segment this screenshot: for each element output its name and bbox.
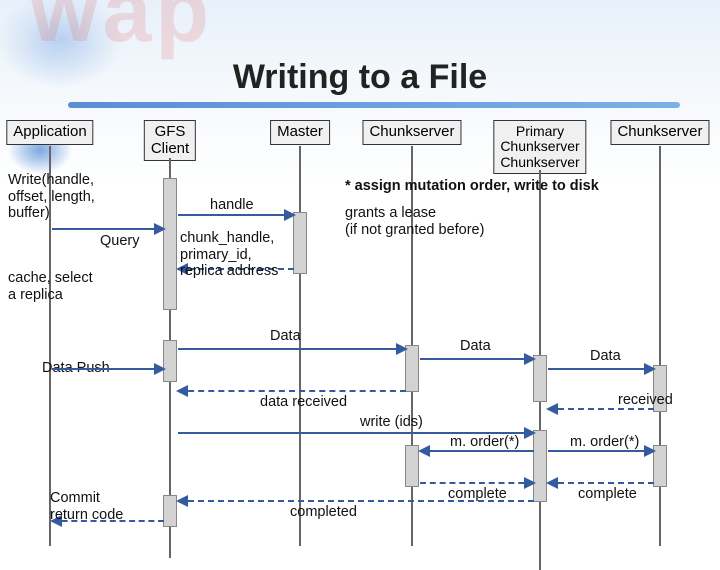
- arrow-handle: [178, 214, 294, 215]
- activation-client-1: [163, 178, 177, 310]
- label-commit: Commitreturn code: [50, 490, 123, 523]
- activation-primary-write: [533, 430, 547, 502]
- title-underline: [68, 102, 680, 108]
- activation-client-2: [163, 340, 177, 382]
- activation-client-3: [163, 495, 177, 527]
- label-chunk-reply: chunk_handle,primary_id,replica address: [180, 230, 278, 280]
- label-write-call: Write(handle,offset, length,buffer): [8, 172, 95, 222]
- arrow-data-push: [52, 368, 164, 369]
- line-master: [299, 146, 301, 546]
- lifeline-gfs-client: GFSClient: [144, 120, 196, 161]
- label-morder-1: m. order(*): [450, 434, 519, 451]
- label-query: Query: [100, 233, 140, 250]
- lifeline-application: Application: [6, 120, 93, 145]
- label-complete-2: complete: [578, 486, 637, 503]
- arrow-completed: [178, 500, 534, 501]
- arrow-data-2: [420, 358, 534, 359]
- label-data-1: Data: [270, 328, 301, 345]
- arrow-data-1: [178, 348, 406, 349]
- arrow-write-call: [52, 228, 164, 229]
- label-cache-select: cache, selecta replica: [8, 270, 93, 303]
- lifeline-master: Master: [270, 120, 330, 145]
- label-handle: handle: [210, 197, 254, 214]
- arrow-data-3: [548, 368, 654, 369]
- label-data-3: Data: [590, 348, 621, 365]
- activation-master: [293, 212, 307, 274]
- lifeline-chunkserver-2: Chunkserver: [610, 120, 709, 145]
- arrow-complete-2: [548, 482, 654, 483]
- label-morder-2: m. order(*): [570, 434, 639, 451]
- lifeline-primary-chunkserver: PrimaryChunkserverChunkserver: [493, 120, 586, 174]
- arrow-complete-1: [420, 482, 534, 483]
- note-lease: grants a lease(if not granted before): [345, 205, 484, 240]
- label-data-2: Data: [460, 338, 491, 355]
- label-received: received: [618, 392, 673, 409]
- label-completed: completed: [290, 504, 357, 521]
- page-title: Writing to a File: [0, 58, 720, 97]
- sequence-diagram: Application GFSClient Master Chunkserver…: [0, 120, 720, 540]
- arrow-data-received: [178, 390, 406, 391]
- watermark: wap: [30, 0, 213, 62]
- activation-cs1-write: [405, 445, 419, 487]
- lifeline-chunkserver-1: Chunkserver: [362, 120, 461, 145]
- note-assign: * assign mutation order, write to disk: [345, 178, 599, 195]
- label-data-received: data received: [260, 394, 347, 411]
- arrow-write-ids: [178, 432, 534, 433]
- label-write-ids: write (ids): [360, 414, 423, 431]
